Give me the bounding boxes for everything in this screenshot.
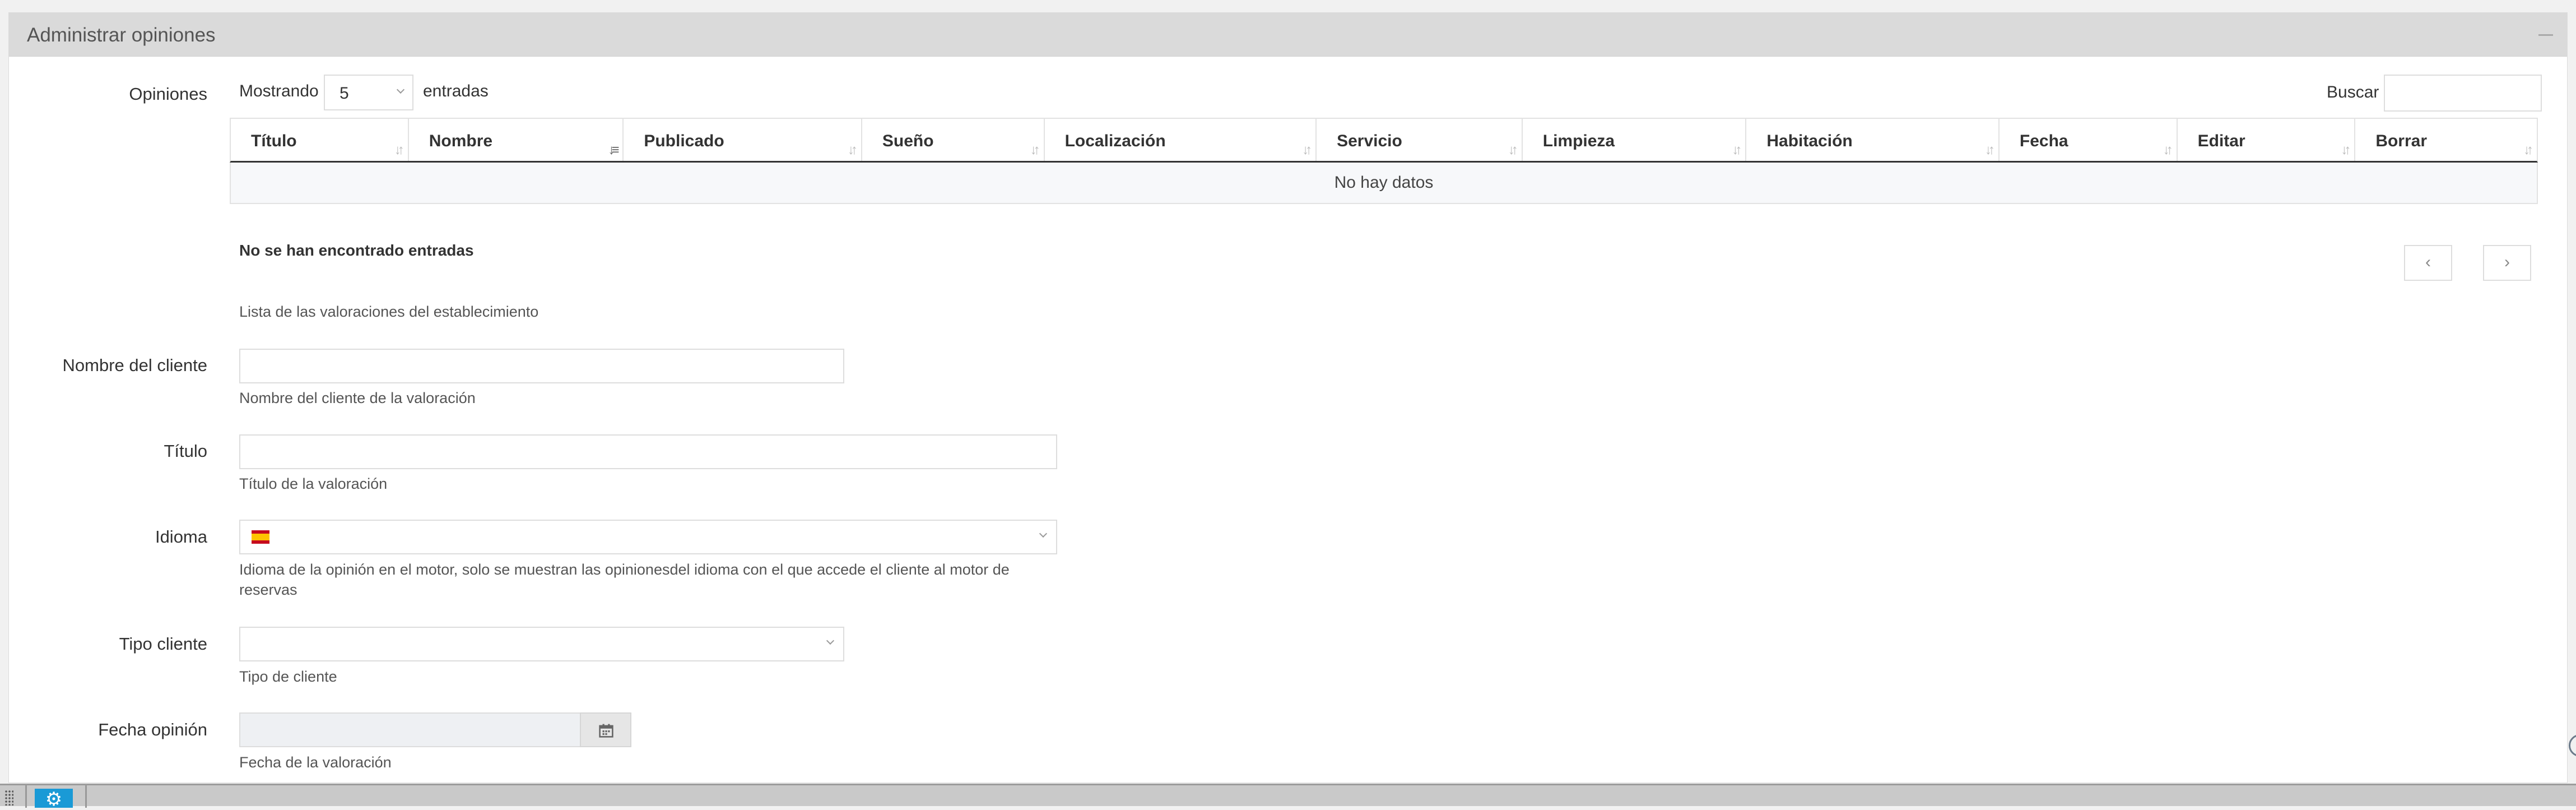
opiniones-help: Lista de las valoraciones del establecim… <box>239 303 539 320</box>
gear-icon[interactable]: ⚙ <box>35 789 73 810</box>
column-fecha[interactable]: Fecha ↓↑ <box>2000 119 2178 161</box>
table-header: Título ↓↑ Nombre ↓≡ Publicado ↓↑ Sueño ↓↑ Lo… <box>230 118 2538 163</box>
column-habitacion[interactable]: Habitación ↓↑ <box>1746 119 2000 161</box>
column-label: Publicado <box>644 132 724 150</box>
help-bubble-icon[interactable] <box>2569 734 2576 757</box>
tipo-cliente-select[interactable] <box>239 627 844 661</box>
opiniones-label: Opiniones <box>129 84 207 104</box>
collapse-icon[interactable] <box>2538 34 2553 36</box>
fecha-input[interactable] <box>239 712 581 747</box>
chevron-down-icon <box>1039 529 1048 538</box>
column-sueno[interactable]: Sueño ↓↑ <box>862 119 1045 161</box>
calendar-icon <box>599 724 613 738</box>
idioma-select[interactable] <box>239 520 1057 554</box>
column-editar[interactable]: Editar ↓↑ <box>2178 119 2356 161</box>
sort-icon: ↓↑ <box>1302 142 1312 158</box>
tipo-cliente-label: Tipo cliente <box>119 634 207 654</box>
column-label: Título <box>251 132 297 150</box>
taskbar-divider <box>25 785 27 808</box>
sort-ascending-icon: ↓≡ <box>608 142 619 158</box>
entries-label: entradas <box>423 82 489 100</box>
titulo-help: Título de la valoración <box>239 475 388 492</box>
grip-icon[interactable] <box>4 790 13 806</box>
page-size-value: 5 <box>340 84 349 103</box>
search-label: Buscar <box>2327 83 2379 101</box>
cliente-help: Nombre del cliente de la valoración <box>239 390 476 406</box>
cliente-label: Nombre del cliente <box>62 355 207 375</box>
cliente-input[interactable] <box>239 349 844 383</box>
sort-icon: ↓↑ <box>394 142 404 158</box>
column-label: Editar <box>2197 132 2245 150</box>
column-label: Localización <box>1064 132 1166 150</box>
idioma-label: Idioma <box>155 527 207 547</box>
sort-icon: ↓↑ <box>1732 142 1742 158</box>
column-label: Habitación <box>1766 132 1853 150</box>
sort-icon: ↓↑ <box>847 142 858 158</box>
search-input[interactable] <box>2384 75 2542 112</box>
next-page-button[interactable]: › <box>2483 245 2531 281</box>
sort-icon: ↓↑ <box>2163 142 2173 158</box>
taskbar-divider <box>85 785 87 808</box>
column-label: Limpieza <box>1542 132 1615 150</box>
column-servicio[interactable]: Servicio ↓↑ <box>1317 119 1523 161</box>
column-borrar[interactable]: Borrar ↓↑ <box>2355 119 2537 161</box>
fecha-help: Fecha de la valoración <box>239 754 392 771</box>
panel-title: Administrar opiniones <box>27 24 216 46</box>
page-size-select[interactable]: 5 <box>324 75 413 110</box>
column-titulo[interactable]: Título ↓↑ <box>231 119 409 161</box>
column-label: Fecha <box>2019 132 2068 150</box>
taskbar: ⚙ <box>0 784 2576 810</box>
idioma-help: Idioma de la opinión en el motor, solo s… <box>239 561 1010 598</box>
sort-icon: ↓↑ <box>2341 142 2351 158</box>
spain-flag-icon <box>252 530 269 544</box>
tipo-cliente-help: Tipo de cliente <box>239 668 337 685</box>
titulo-input[interactable] <box>239 434 1057 469</box>
opiniones-table: Título ↓↑ Nombre ↓≡ Publicado ↓↑ Sueño ↓↑ Lo… <box>230 118 2538 204</box>
table-info: No se han encontrado entradas <box>239 242 474 259</box>
column-label: Nombre <box>429 132 493 150</box>
empty-table-message: No hay datos <box>230 163 2538 204</box>
column-label: Borrar <box>2375 132 2428 150</box>
showing-label: Mostrando <box>239 82 319 100</box>
column-label: Servicio <box>1337 132 1402 150</box>
column-limpieza[interactable]: Limpieza ↓↑ <box>1523 119 1747 161</box>
sort-icon: ↓↑ <box>1984 142 1995 158</box>
calendar-button[interactable] <box>580 712 631 747</box>
chevron-down-icon <box>396 85 405 94</box>
column-label: Sueño <box>882 132 934 150</box>
chevron-down-icon <box>826 636 835 645</box>
column-nombre[interactable]: Nombre ↓≡ <box>409 119 624 161</box>
titulo-label: Título <box>164 441 207 461</box>
prev-page-button[interactable]: ‹ <box>2404 245 2452 281</box>
fecha-label: Fecha opinión <box>98 720 207 739</box>
sort-icon: ↓↑ <box>2523 142 2533 158</box>
sort-icon: ↓↑ <box>1508 142 1518 158</box>
column-publicado[interactable]: Publicado ↓↑ <box>624 119 862 161</box>
column-localizacion[interactable]: Localización ↓↑ <box>1045 119 1317 161</box>
sort-icon: ↓↑ <box>1030 142 1040 158</box>
panel-header: Administrar opiniones <box>9 13 2567 57</box>
